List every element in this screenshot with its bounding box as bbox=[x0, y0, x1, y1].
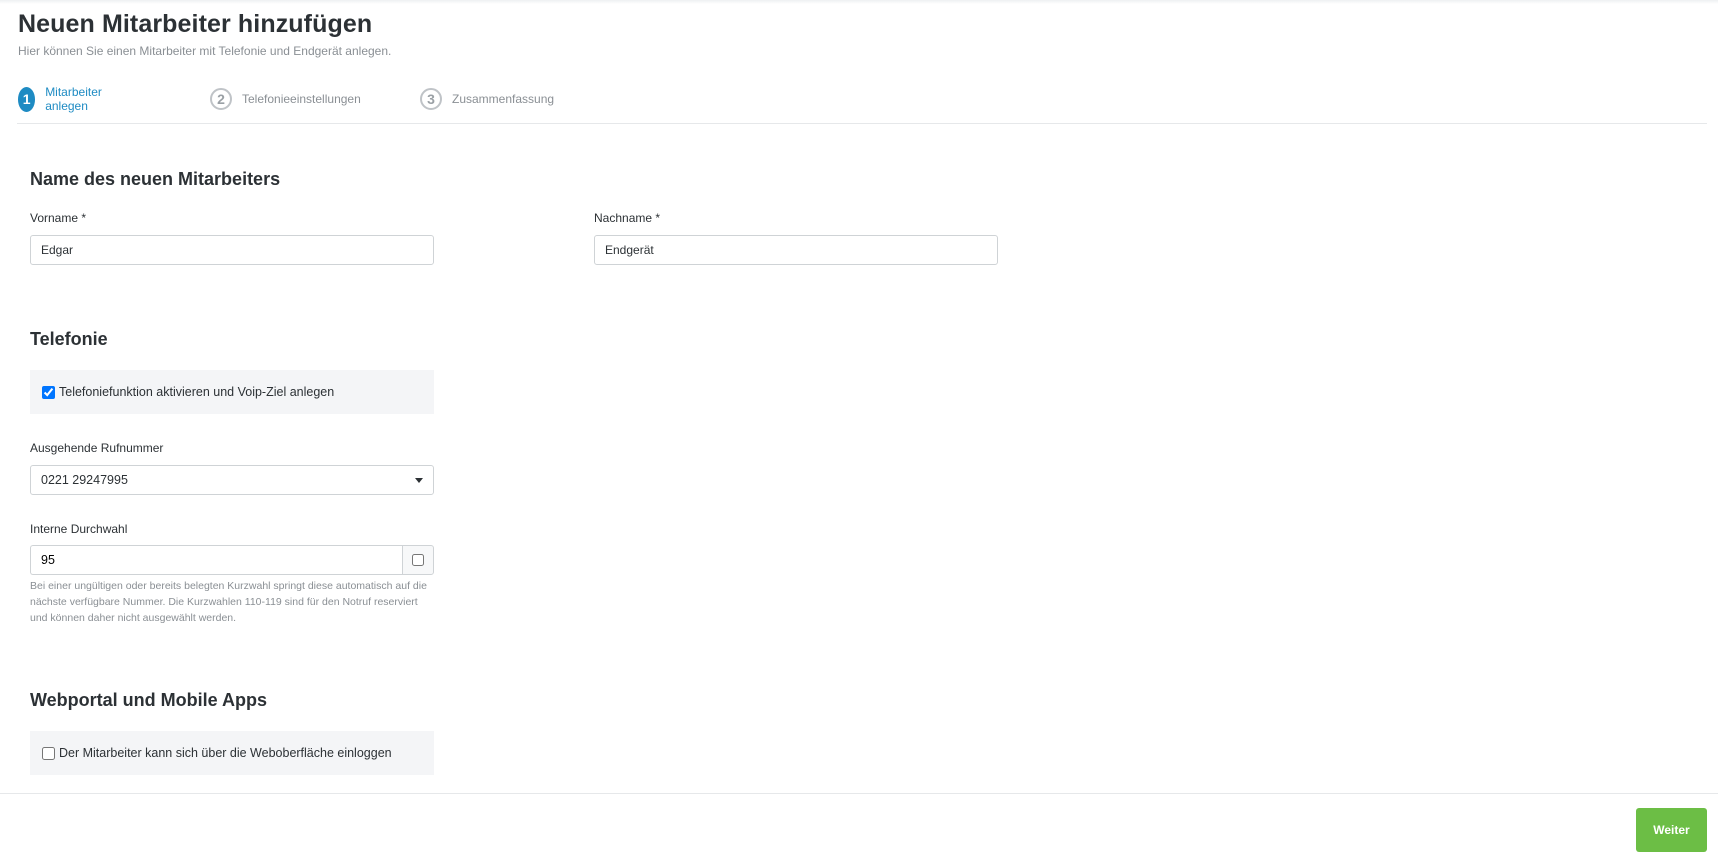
page-title: Neuen Mitarbeiter hinzufügen bbox=[18, 10, 373, 38]
required-marker: * bbox=[655, 211, 661, 225]
telephony-enable-checkbox[interactable] bbox=[42, 385, 55, 399]
webportal-login-panel: Der Mitarbeiter kann sich über die Webob… bbox=[30, 731, 434, 775]
telephony-enable-panel: Telefoniefunktion aktivieren und Voip-Zi… bbox=[30, 370, 434, 414]
extension-input[interactable] bbox=[30, 545, 402, 575]
outgoing-number-value: 0221 29247995 bbox=[41, 473, 128, 487]
extension-addon-checkbox[interactable] bbox=[412, 554, 424, 566]
outgoing-number-label: Ausgehende Rufnummer bbox=[30, 441, 164, 455]
step-mitarbeiter-anlegen[interactable]: 1 Mitarbeiter anlegen bbox=[18, 85, 110, 113]
caret-down-icon bbox=[415, 477, 423, 483]
firstname-input[interactable] bbox=[30, 235, 434, 265]
required-marker: * bbox=[81, 211, 87, 225]
lastname-input[interactable] bbox=[594, 235, 998, 265]
step-number: 1 bbox=[18, 86, 36, 112]
section-title-name: Name des neuen Mitarbeiters bbox=[30, 169, 281, 189]
section-title-telefonie: Telefonie bbox=[30, 329, 108, 349]
section-title-webportal: Webportal und Mobile Apps bbox=[30, 690, 267, 710]
step-telefonieeinstellungen[interactable]: 2 Telefonieeinstellungen bbox=[210, 86, 361, 112]
footer-divider bbox=[0, 793, 1718, 794]
step-number: 2 bbox=[210, 88, 232, 110]
step-label: Telefonieeinstellungen bbox=[242, 92, 361, 106]
lastname-label: Nachname * bbox=[594, 211, 660, 225]
top-shadow bbox=[0, 0, 1718, 4]
outgoing-number-select[interactable]: 0221 29247995 bbox=[30, 465, 434, 495]
extension-field-group bbox=[30, 545, 434, 575]
extension-addon bbox=[402, 545, 434, 575]
telephony-enable-label: Telefoniefunktion aktivieren und Voip-Zi… bbox=[59, 385, 335, 399]
weiter-button[interactable]: Weiter bbox=[1636, 808, 1707, 852]
extension-label: Interne Durchwahl bbox=[30, 522, 128, 536]
webportal-login-checkbox[interactable] bbox=[42, 746, 55, 760]
step-label: Zusammenfassung bbox=[452, 92, 555, 106]
step-number: 3 bbox=[420, 88, 442, 110]
lastname-label-text: Nachname bbox=[594, 211, 653, 225]
webportal-login-label: Der Mitarbeiter kann sich über die Webob… bbox=[59, 746, 392, 760]
step-zusammenfassung[interactable]: 3 Zusammenfassung bbox=[420, 86, 554, 112]
steps-divider bbox=[17, 123, 1707, 124]
step-label: Mitarbeiter anlegen bbox=[45, 85, 102, 113]
firstname-label: Vorname * bbox=[30, 211, 86, 225]
firstname-label-text: Vorname bbox=[30, 211, 79, 225]
extension-help-text: Bei einer ungültigen oder bereits belegt… bbox=[30, 580, 427, 624]
page-subtitle: Hier können Sie einen Mitarbeiter mit Te… bbox=[18, 44, 392, 58]
